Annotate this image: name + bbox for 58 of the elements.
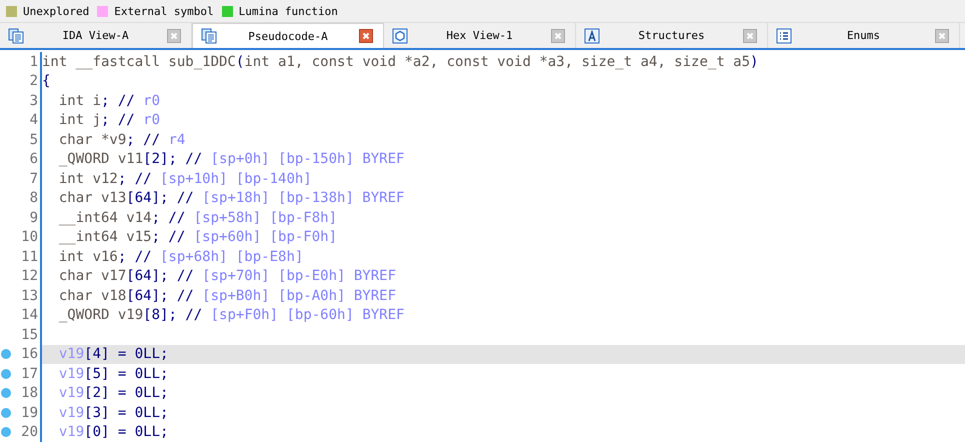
line-number: 6	[28, 151, 39, 168]
code-line: char v13[64]; // [sp+18h] [bp-138h] BYREF	[58, 190, 404, 206]
code-line: __int64 v14; // [sp+58h] [bp-F8h]	[58, 210, 338, 226]
code-line: v19[3] = 0LL;	[58, 404, 168, 421]
line-number: 15	[20, 326, 39, 343]
line-number: 10	[20, 229, 39, 246]
line-number: 5	[28, 132, 39, 148]
code-line: int j; // r0	[58, 112, 160, 128]
close-icon[interactable]	[359, 29, 373, 43]
line-number: 14	[20, 307, 39, 324]
code-line: int __fastcall sub_1DDC(int a1, const void *a2, const void *a3, size_t a4, size_t a5)	[42, 54, 758, 70]
line-number: 3	[28, 92, 39, 109]
breakpoint-icon[interactable]	[1, 408, 11, 418]
line-number: 13	[20, 288, 39, 304]
line-number: 1	[28, 54, 39, 70]
code-line: {	[42, 73, 50, 90]
tab[interactable]: Hex View-1	[384, 23, 576, 48]
tab[interactable]: IDA View-A	[0, 23, 192, 48]
line-number: 20	[20, 424, 39, 440]
code-line: char v17[64]; // [sp+70h] [bp-E0h] BYREF	[58, 268, 396, 284]
document-icon	[201, 28, 217, 44]
line-number: 9	[28, 210, 39, 226]
code-line: _QWORD v11[2]; // [sp+0h] [bp-150h] BYREF	[58, 151, 404, 168]
tab[interactable]: Enums	[768, 23, 960, 48]
tab[interactable]: Structures	[576, 23, 768, 48]
line-number: 17	[20, 366, 39, 382]
line-number: 4	[28, 112, 39, 128]
breakpoint-icon[interactable]	[1, 388, 11, 398]
list-icon	[776, 28, 792, 44]
code-line: int v16; // [sp+68h] [bp-E8h]	[58, 248, 304, 265]
code-line: _QWORD v19[8]; // [sp+F0h] [bp-60h] BYREF	[58, 307, 404, 324]
code-line: v19[2] = 0LL;	[58, 385, 168, 402]
line-number: 19	[20, 404, 39, 421]
line-number: 18	[20, 385, 39, 402]
code-line: v19[5] = 0LL;	[58, 366, 168, 382]
legend-label: External symbol	[114, 4, 214, 18]
hexagon-icon	[392, 28, 408, 44]
legend-label: Lumina function	[238, 4, 338, 18]
line-number: 2	[28, 73, 39, 90]
tab[interactable]: Pseudocode-A	[192, 23, 384, 48]
line-number: 11	[20, 248, 39, 265]
code-line: v19[4] = 0LL;	[58, 346, 168, 362]
code-line: char *v9; // r4	[58, 132, 186, 148]
code-line: v19[0] = 0LL;	[58, 424, 168, 440]
line-number: 16	[20, 346, 39, 362]
code-line: __int64 v15; // [sp+60h] [bp-F0h]	[58, 229, 338, 246]
code-line: int v12; // [sp+10h] [bp-140h]	[58, 170, 312, 187]
document-icon	[8, 28, 24, 44]
structure-icon	[584, 28, 600, 44]
breakpoint-icon[interactable]	[1, 349, 11, 360]
line-number: 7	[28, 170, 39, 187]
code-line: char v18[64]; // [sp+B0h] [bp-A0h] BYREF	[58, 288, 396, 304]
breakpoint-icon[interactable]	[1, 427, 11, 438]
code-line: int i; // r0	[58, 92, 160, 109]
breakpoint-icon[interactable]	[1, 368, 11, 379]
line-number: 8	[28, 190, 39, 206]
legend-label: Unexplored	[23, 4, 90, 18]
line-number: 12	[20, 268, 39, 284]
